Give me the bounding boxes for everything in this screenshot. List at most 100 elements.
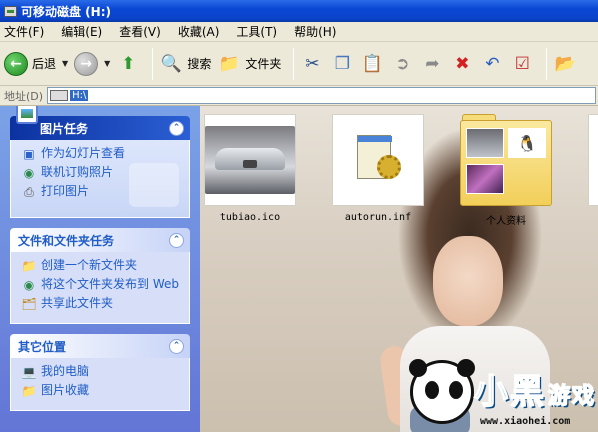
drive-icon <box>4 5 17 17</box>
search-button[interactable]: 🔍 搜索 <box>159 47 212 81</box>
printer-icon: ⎙ <box>24 184 34 199</box>
other-places-panel: 其它位置 ⌃ 💻 我的电脑 📁 图片收藏 <box>10 334 190 411</box>
drive-icon <box>50 90 69 101</box>
file-thumbnail <box>588 114 598 206</box>
share-folder-icon: 🗂 <box>21 297 37 311</box>
paste-button[interactable]: 📋 <box>360 47 384 81</box>
other-places-body: 💻 我的电脑 📁 图片收藏 <box>10 358 190 411</box>
file-name: autorun.inf <box>344 212 412 223</box>
copy-icon: ❐ <box>334 53 350 74</box>
place-my-pictures[interactable]: 📁 图片收藏 <box>21 383 181 399</box>
move-to-button[interactable]: ➲ <box>390 47 414 81</box>
file-item[interactable]: tubiao.ico <box>200 114 300 223</box>
file-item[interactable]: autorun.inf <box>328 114 428 223</box>
background-photo-face <box>433 236 503 326</box>
slideshow-icon: ▣ <box>23 147 35 161</box>
picture-tasks-panel: 图片任务 ⌃ ▣ 作为幻灯片查看 ◉ 联机订购照片 ⎙ 打印图片 <box>10 106 190 218</box>
file-tasks-header[interactable]: 文件和文件夹任务 ⌃ <box>10 228 190 252</box>
file-tasks-panel: 文件和文件夹任务 ⌃ 📁 创建一个新文件夹 ◉ 将这个文件夹发布到 Web 🗂 … <box>10 228 190 324</box>
move-to-icon: ➲ <box>395 53 410 74</box>
file-thumbnail <box>332 114 424 206</box>
place-label: 图片收藏 <box>41 383 90 397</box>
forward-button[interactable]: → ▼ <box>74 47 110 81</box>
scissors-icon: ✂ <box>305 53 320 74</box>
file-tasks-title: 文件和文件夹任务 <box>18 233 115 248</box>
file-item-partial[interactable] <box>584 114 598 206</box>
collapse-chevron-icon[interactable]: ⌃ <box>169 120 184 136</box>
menu-tools[interactable]: 工具(T) <box>236 23 277 40</box>
address-bar: 地址(D) H:\ <box>0 86 598 106</box>
new-folder-icon: 📁 <box>21 259 37 273</box>
folder-thumbnail: 🐧 <box>460 114 552 206</box>
picture-tasks-header[interactable]: 图片任务 ⌃ <box>10 106 190 140</box>
task-label: 共享此文件夹 <box>41 296 114 310</box>
properties-button[interactable]: ☑ <box>510 47 534 81</box>
cut-button[interactable]: ✂ <box>300 47 324 81</box>
task-label: 将这个文件夹发布到 Web <box>41 277 179 291</box>
camera-watermark-icon <box>129 163 179 207</box>
folder-up-icon: ⬆ <box>121 53 136 74</box>
up-button[interactable]: ⬆ <box>116 47 140 81</box>
back-dropdown-icon[interactable]: ▼ <box>62 59 68 68</box>
menu-favorites[interactable]: 收藏(A) <box>178 23 220 40</box>
back-button[interactable]: ← 后退 ▼ <box>4 47 68 81</box>
task-new-folder[interactable]: 📁 创建一个新文件夹 <box>21 258 181 274</box>
copy-to-button[interactable]: ➦ <box>420 47 444 81</box>
menu-edit[interactable]: 编辑(E) <box>61 23 102 40</box>
site-watermark-logo: 小黑游戏 www.xiaohei.com <box>409 359 598 432</box>
inf-file-icon <box>349 131 407 189</box>
forward-arrow-icon: → <box>74 51 99 76</box>
watermark-brand-text: 小黑 <box>473 371 546 413</box>
task-slideshow[interactable]: ▣ 作为幻灯片查看 <box>21 146 181 162</box>
menu-view[interactable]: 查看(V) <box>119 23 161 40</box>
other-places-header[interactable]: 其它位置 ⌃ <box>10 334 190 358</box>
place-label: 我的电脑 <box>41 364 90 378</box>
copy-button[interactable]: ❐ <box>330 47 354 81</box>
car-thumbnail-image <box>205 126 295 194</box>
delete-button[interactable]: ✖ <box>450 47 474 81</box>
undo-button[interactable]: ↶ <box>480 47 504 81</box>
menu-help[interactable]: 帮助(H) <box>294 23 336 40</box>
file-tasks-body: 📁 创建一个新文件夹 ◉ 将这个文件夹发布到 Web 🗂 共享此文件夹 <box>10 252 190 324</box>
task-share-folder[interactable]: 🗂 共享此文件夹 <box>21 296 181 312</box>
task-label: 创建一个新文件夹 <box>41 258 138 272</box>
pictures-folder-icon: 📁 <box>21 384 37 398</box>
collapse-chevron-icon[interactable]: ⌃ <box>169 338 184 354</box>
picture-tasks-icon <box>16 106 38 124</box>
folder-item[interactable]: 🐧 个人资料 <box>456 114 556 227</box>
properties-icon: ☑ <box>514 53 530 74</box>
picture-tasks-title: 图片任务 <box>40 121 89 136</box>
search-label: 搜索 <box>187 57 212 71</box>
undo-icon: ↶ <box>485 53 500 74</box>
folders-icon: 📁 <box>218 53 240 74</box>
toolbar-separator <box>293 47 295 80</box>
publish-web-icon: ◉ <box>23 278 35 292</box>
toolbar-separator <box>546 47 548 80</box>
globe-icon: ◉ <box>23 166 35 180</box>
folders-button[interactable]: 📁 文件夹 <box>217 47 282 81</box>
task-label: 作为幻灯片查看 <box>41 146 126 160</box>
back-label: 后退 <box>32 57 57 71</box>
delete-x-icon: ✖ <box>455 53 470 74</box>
title-bar: 可移动磁盘 (H:) <box>0 0 598 22</box>
toolbar: ← 后退 ▼ → ▼ ⬆ 🔍 搜索 📁 文件夹 ✂ ❐ 📋 ➲ ➦ ✖ ↶ ☑ … <box>0 42 598 86</box>
file-name: 个人资料 <box>486 216 526 227</box>
collapse-chevron-icon[interactable]: ⌃ <box>169 232 184 248</box>
address-field[interactable]: H:\ <box>47 87 596 104</box>
forward-dropdown-icon[interactable]: ▼ <box>104 59 110 68</box>
paste-icon: 📋 <box>361 53 383 74</box>
folder-options-button[interactable]: 📂 <box>553 47 577 81</box>
panda-logo-icon <box>409 359 475 424</box>
place-my-computer[interactable]: 💻 我的电脑 <box>21 364 181 380</box>
watermark-brand-text-2: 游戏 <box>547 383 597 410</box>
watermark-url: www.xiaohei.com <box>480 416 571 427</box>
task-pane: 图片任务 ⌃ ▣ 作为幻灯片查看 ◉ 联机订购照片 ⎙ 打印图片 文件和文件夹任… <box>0 106 200 432</box>
folder-icon: 🐧 <box>460 114 552 206</box>
menu-file[interactable]: 文件(F) <box>4 23 44 40</box>
folder-preview-image <box>466 164 504 194</box>
task-label: 打印图片 <box>41 184 90 198</box>
search-icon: 🔍 <box>160 53 182 74</box>
address-label: 地址(D) <box>4 89 44 103</box>
task-publish-web[interactable]: ◉ 将这个文件夹发布到 Web <box>21 277 181 293</box>
folder-preview-penguin-icon: 🐧 <box>508 128 546 158</box>
